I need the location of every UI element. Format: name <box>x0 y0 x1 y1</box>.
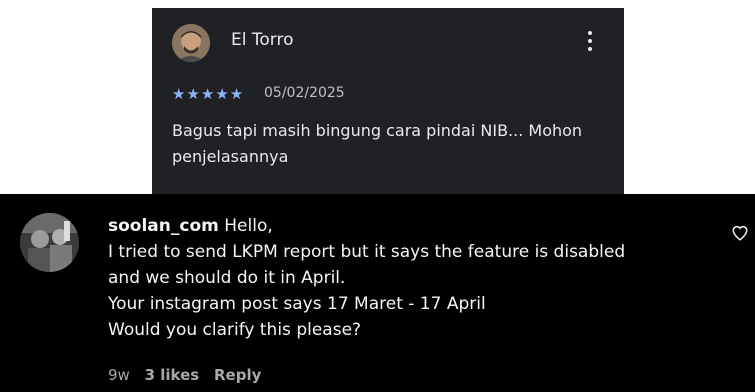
comment-first-line: soolan_com Hello, <box>108 213 708 239</box>
comment-age[interactable]: 9w <box>108 366 130 384</box>
review-card: El Torro ★★★★★ 05/02/2025 Bagus tapi mas… <box>152 8 624 194</box>
reviewer-avatar[interactable] <box>172 24 210 62</box>
commenter-avatar[interactable] <box>20 213 79 272</box>
comment-text-line: Your instagram post says 17 Maret - 17 A… <box>108 294 486 314</box>
reviewer-avatar-image <box>172 24 210 62</box>
comment-text-line: I tried to send LKPM report but it says … <box>108 242 626 262</box>
review-date: 05/02/2025 <box>264 85 345 101</box>
reply-button[interactable]: Reply <box>214 366 261 384</box>
comment-likes[interactable]: 3 likes <box>145 366 200 384</box>
star-rating: ★★★★★ <box>172 85 245 103</box>
comment-body: soolan_com Hello, I tried to send LKPM r… <box>108 213 708 343</box>
screenshot-canvas: El Torro ★★★★★ 05/02/2025 Bagus tapi mas… <box>0 0 755 392</box>
comment-meta: 9w 3 likes Reply <box>108 366 271 384</box>
heart-outline-icon[interactable] <box>731 224 749 242</box>
reviewer-name: El Torro <box>231 30 294 50</box>
comment-text-line: Hello, <box>224 216 273 236</box>
review-text: Bagus tapi masih bingung cara pindai NIB… <box>172 121 583 166</box>
commenter-avatar-image <box>20 213 79 272</box>
comment-text-line: and we should do it in April. <box>108 268 346 288</box>
comment-text-line: Would you clarify this please? <box>108 320 362 340</box>
commenter-username[interactable]: soolan_com <box>108 216 219 236</box>
comment-card: soolan_com Hello, I tried to send LKPM r… <box>0 194 755 392</box>
more-options-icon[interactable] <box>578 28 602 54</box>
